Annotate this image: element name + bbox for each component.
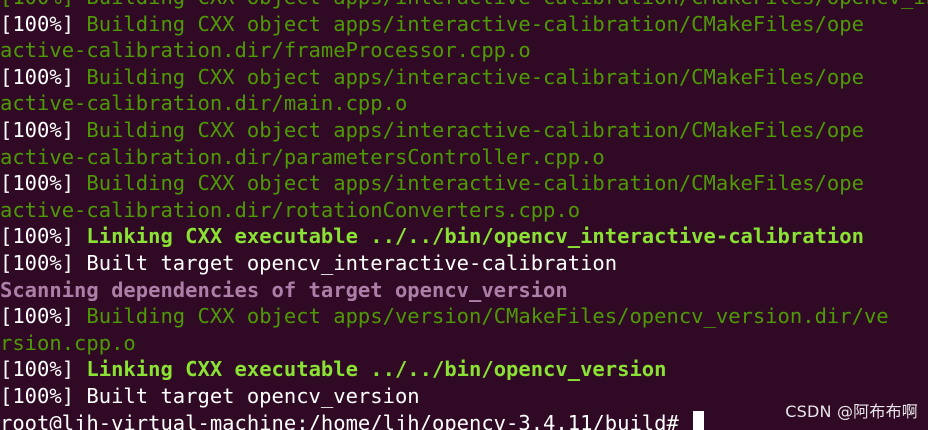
terminal-text: Building CXX object apps/version/CMakeFi… (86, 304, 889, 329)
terminal-text: [100%] (0, 304, 87, 329)
terminal-text: Building CXX object apps/interactive-cal… (86, 171, 864, 196)
terminal-text: Linking CXX executable ../../bin/opencv_… (86, 224, 864, 249)
terminal-line: [100%] Building CXX object apps/interact… (0, 64, 928, 91)
terminal-line: [100%] Built target opencv_interactive-c… (0, 250, 928, 277)
terminal-text: [100%] Built target opencv_interactive-c… (0, 250, 618, 275)
terminal-text: active-calibration.dir/main.cpp.o (0, 91, 408, 116)
terminal-text: [100%] (0, 117, 87, 142)
terminal-text: active-calibration.dir/rotationConverter… (0, 197, 581, 222)
text-cursor (693, 410, 705, 430)
terminal-output[interactable]: [100%] Building CXX object apps/interact… (0, 0, 928, 430)
terminal-line: [100%] Building CXX object apps/interact… (0, 11, 928, 38)
terminal-text: Scanning dependencies of target opencv_v… (0, 277, 568, 302)
terminal-text: active-calibration.dir/frameProcessor.cp… (0, 38, 531, 63)
terminal-text: rsion.cpp.o (0, 330, 136, 355)
terminal-line: [100%] Linking CXX executable ../../bin/… (0, 223, 928, 250)
terminal-text: [100%] (0, 11, 87, 36)
terminal-text: [100%] Building CXX object apps/interact… (0, 0, 928, 9)
terminal-text: Building CXX object apps/interactive-cal… (86, 64, 864, 89)
terminal-text: root@ljh-virtual-machine:/home/ljh/openc… (0, 410, 692, 430)
terminal-text: [100%] (0, 171, 87, 196)
terminal-text: Building CXX object apps/interactive-cal… (86, 11, 864, 36)
terminal-text: active-calibration.dir/parametersControl… (0, 144, 605, 169)
terminal-line: Scanning dependencies of target opencv_v… (0, 277, 928, 304)
terminal-text: [100%] (0, 64, 87, 89)
terminal-text: Building CXX object apps/interactive-cal… (86, 117, 864, 142)
terminal-line: active-calibration.dir/main.cpp.o (0, 90, 928, 117)
terminal-line: rsion.cpp.o (0, 330, 928, 357)
terminal-text: [100%] (0, 357, 87, 382)
terminal-text: [100%] (0, 224, 87, 249)
terminal-line: [100%] Building CXX object apps/interact… (0, 0, 928, 11)
terminal-line: [100%] Building CXX object apps/version/… (0, 303, 928, 330)
csdn-watermark: CSDN @阿布布啊 (785, 402, 918, 421)
terminal-line: [100%] Building CXX object apps/interact… (0, 117, 928, 144)
terminal-text: Linking CXX executable ../../bin/opencv_… (86, 357, 667, 382)
terminal-line: [100%] Linking CXX executable ../../bin/… (0, 356, 928, 383)
terminal-line: active-calibration.dir/rotationConverter… (0, 197, 928, 224)
terminal-line: active-calibration.dir/parametersControl… (0, 144, 928, 171)
terminal-line: active-calibration.dir/frameProcessor.cp… (0, 37, 928, 64)
terminal-text: [100%] Built target opencv_version (0, 383, 420, 408)
terminal-line: [100%] Building CXX object apps/interact… (0, 170, 928, 197)
